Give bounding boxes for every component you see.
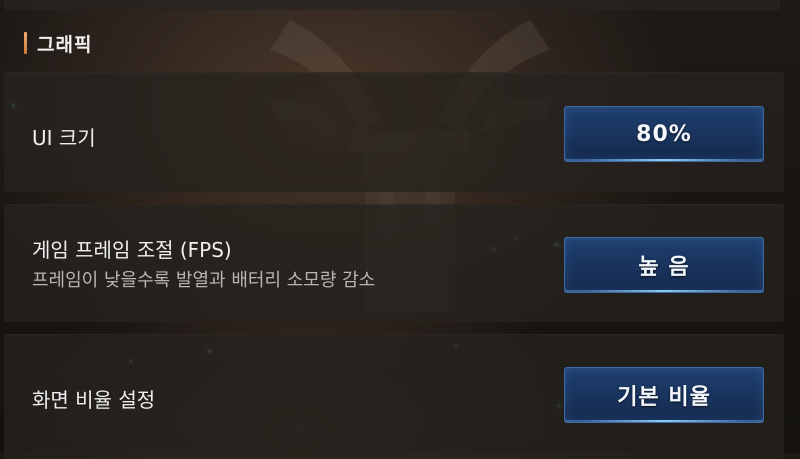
previous-section-card (4, 0, 780, 10)
setting-label-ui-size: UI 크기 (32, 126, 96, 150)
ui-size-value: 80% (636, 121, 692, 147)
setting-row-fps: 게임 프레임 조절 (FPS) 프레임이 낮을수록 발열과 배터리 소모량 감소… (4, 204, 784, 322)
setting-description-fps: 프레임이 낮을수록 발열과 배터리 소모량 감소 (32, 270, 376, 291)
aspect-ratio-value: 기본 비율 (617, 385, 711, 410)
ui-size-button[interactable]: 80% (564, 106, 764, 162)
setting-label-fps: 게임 프레임 조절 (FPS) (32, 238, 232, 262)
fps-button[interactable]: 높 음 (564, 237, 764, 293)
setting-row-aspect-ratio: 화면 비율 설정 기본 비율 (4, 334, 784, 459)
fps-value: 높 음 (638, 255, 690, 280)
setting-label-aspect-ratio: 화면 비율 설정 (32, 388, 156, 412)
section-accent-bar (24, 32, 27, 54)
section-header: 그래픽 (24, 30, 92, 56)
setting-row-ui-size: UI 크기 80% (4, 72, 784, 192)
aspect-ratio-button[interactable]: 기본 비율 (564, 367, 764, 423)
section-title: 그래픽 (37, 33, 93, 56)
